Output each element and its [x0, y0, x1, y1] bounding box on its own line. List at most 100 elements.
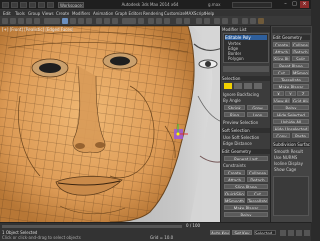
polygon-mode-icon[interactable]: [254, 83, 262, 89]
cmd-msmooth-button[interactable]: MSmooth: [292, 70, 309, 75]
msmooth-button[interactable]: MSmooth: [224, 198, 245, 203]
redo-tool-icon[interactable]: [10, 17, 16, 24]
vertex-mode-icon[interactable]: [224, 83, 232, 89]
create-button[interactable]: Create: [224, 170, 245, 175]
cut-button[interactable]: Cut: [247, 191, 268, 196]
reference-coordinate-dropdown[interactable]: [122, 17, 136, 24]
ignore-backfacing-checkbox[interactable]: Ignore Backfacing: [223, 92, 259, 97]
material-editor-icon[interactable]: [232, 17, 238, 24]
cmd-reset-plane-button[interactable]: Reset Plane: [273, 63, 309, 68]
stack-item-editable-poly[interactable]: Editable Poly: [225, 35, 267, 40]
cmd-copy-button[interactable]: Copy: [273, 133, 290, 138]
select-object-icon[interactable]: [62, 17, 68, 24]
open-file-icon[interactable]: [20, 1, 27, 8]
cmd-x-button[interactable]: X: [273, 91, 284, 96]
key-filter-dropdown[interactable]: Selected: [254, 230, 276, 235]
cmd-view-align-button[interactable]: View Align: [273, 98, 290, 103]
repeat-last-button[interactable]: Repeat Last: [224, 156, 268, 161]
edit-geometry-header[interactable]: Edit Geometry: [222, 149, 270, 154]
use-soft-selection-checkbox[interactable]: Use Soft Selection: [223, 135, 259, 140]
render-icon[interactable]: [258, 17, 264, 24]
cmd-cut-button[interactable]: Cut: [273, 70, 290, 75]
edge-mode-icon[interactable]: [234, 83, 242, 89]
command-panel-tabs[interactable]: [272, 27, 311, 33]
cmd-slice-plane-button[interactable]: Slice Plane: [273, 56, 290, 61]
link-icon[interactable]: [18, 17, 24, 24]
minimize-icon[interactable]: –: [281, 1, 290, 8]
cmd-split-button[interactable]: Split: [292, 56, 309, 61]
stack-item-polygon[interactable]: Polygon: [228, 56, 244, 61]
menu-create[interactable]: Create: [56, 11, 69, 16]
cmd-tessellate-button[interactable]: Tessellate: [273, 77, 309, 82]
selection-rollout-header[interactable]: Selection: [222, 76, 270, 81]
layer-manager-icon[interactable]: [196, 17, 202, 24]
curve-editor-icon[interactable]: [214, 17, 220, 24]
collapse-button[interactable]: Collapse: [247, 170, 268, 175]
cmd-make-planar-button[interactable]: Make Planar: [273, 84, 309, 89]
by-angle-checkbox[interactable]: By Angle: [223, 98, 241, 103]
edge-distance-checkbox[interactable]: Edge Distance: [223, 141, 252, 146]
window-crossing-icon[interactable]: [86, 17, 92, 24]
scale-icon[interactable]: [112, 17, 118, 24]
undo-tool-icon[interactable]: [2, 17, 8, 24]
angle-snap-icon[interactable]: [156, 17, 162, 24]
menu-group[interactable]: Group: [28, 11, 40, 16]
set-key-button[interactable]: Set Key: [232, 230, 252, 235]
pivot-icon[interactable]: [138, 17, 144, 24]
selection-filter-dropdown[interactable]: [44, 17, 60, 24]
soft-selection-header[interactable]: Soft Selection: [222, 128, 270, 133]
cmd-detach-button[interactable]: Detach: [292, 49, 309, 54]
percent-snap-icon[interactable]: [164, 17, 170, 24]
zoom-extents-icon[interactable]: [296, 230, 302, 236]
menu-tools[interactable]: Tools: [15, 11, 25, 16]
align-icon[interactable]: [184, 17, 190, 24]
render-frame-icon[interactable]: [250, 17, 256, 24]
select-by-name-icon[interactable]: [70, 17, 76, 24]
cmd-z-button[interactable]: Z: [297, 91, 309, 96]
bind-icon[interactable]: [34, 17, 40, 24]
render-setup-icon[interactable]: [242, 17, 248, 24]
cmd-hide-unselected-button[interactable]: Hide Unselected: [273, 126, 309, 131]
isoline-display-checkbox[interactable]: Isoline Display: [274, 161, 303, 166]
cmd-attach-button[interactable]: Attach: [273, 49, 290, 54]
make-planar-button[interactable]: Make Planar: [224, 205, 268, 210]
app-menu-icon[interactable]: [2, 1, 9, 8]
snap-icon[interactable]: [148, 17, 154, 24]
menu-maxscript[interactable]: MAXScript: [185, 11, 206, 16]
unlink-icon[interactable]: [26, 17, 32, 24]
schematic-icon[interactable]: [222, 17, 228, 24]
move-icon[interactable]: [96, 17, 102, 24]
menu-modifiers[interactable]: Modifiers: [72, 11, 90, 16]
mirror-icon[interactable]: [176, 17, 182, 24]
auto-key-button[interactable]: Auto Key: [210, 230, 230, 235]
modifier-stack[interactable]: Editable Poly Vertex Edge Border Polygon: [223, 33, 269, 63]
menu-customize[interactable]: Customize: [164, 11, 185, 16]
cmd-hide-selected-button[interactable]: Hide Selected: [273, 112, 309, 117]
use-nurms-checkbox[interactable]: Use NURMS: [274, 155, 297, 160]
cmd-relax-button[interactable]: Relax: [273, 105, 309, 110]
loop-button[interactable]: Loop: [247, 112, 268, 117]
cmd-unhide-all-button[interactable]: Unhide All: [273, 119, 309, 124]
new-file-icon[interactable]: [11, 1, 18, 8]
edit-geometry-rollout-header[interactable]: Edit Geometry: [273, 35, 310, 40]
time-slider[interactable]: [2, 225, 182, 228]
menu-rendering[interactable]: Rendering: [143, 11, 163, 16]
grow-button[interactable]: Grow: [247, 105, 268, 110]
maximize-icon[interactable]: □: [290, 1, 299, 8]
undo-icon[interactable]: [38, 1, 45, 8]
workspace-dropdown[interactable]: Workspace: D: [58, 1, 84, 8]
slice-plane-button[interactable]: Slice Plane: [224, 184, 268, 189]
ring-button[interactable]: Ring: [224, 112, 245, 117]
cmd-paste-button[interactable]: Paste: [292, 133, 309, 138]
menu-help[interactable]: Help: [205, 11, 214, 16]
close-icon[interactable]: ×: [300, 1, 309, 8]
menu-animation[interactable]: Animation: [93, 11, 113, 16]
save-icon[interactable]: [29, 1, 36, 8]
play-icon[interactable]: [280, 230, 286, 236]
search-input[interactable]: [232, 1, 272, 8]
viewport-label[interactable]: [+] [Front] [Realistic] [Edged Faces]: [2, 27, 73, 32]
orbit-icon[interactable]: [304, 230, 310, 236]
shrink-button[interactable]: Shrink: [224, 105, 245, 110]
detach-button[interactable]: Detach: [247, 177, 268, 182]
menu-edit[interactable]: Edit: [3, 11, 11, 16]
